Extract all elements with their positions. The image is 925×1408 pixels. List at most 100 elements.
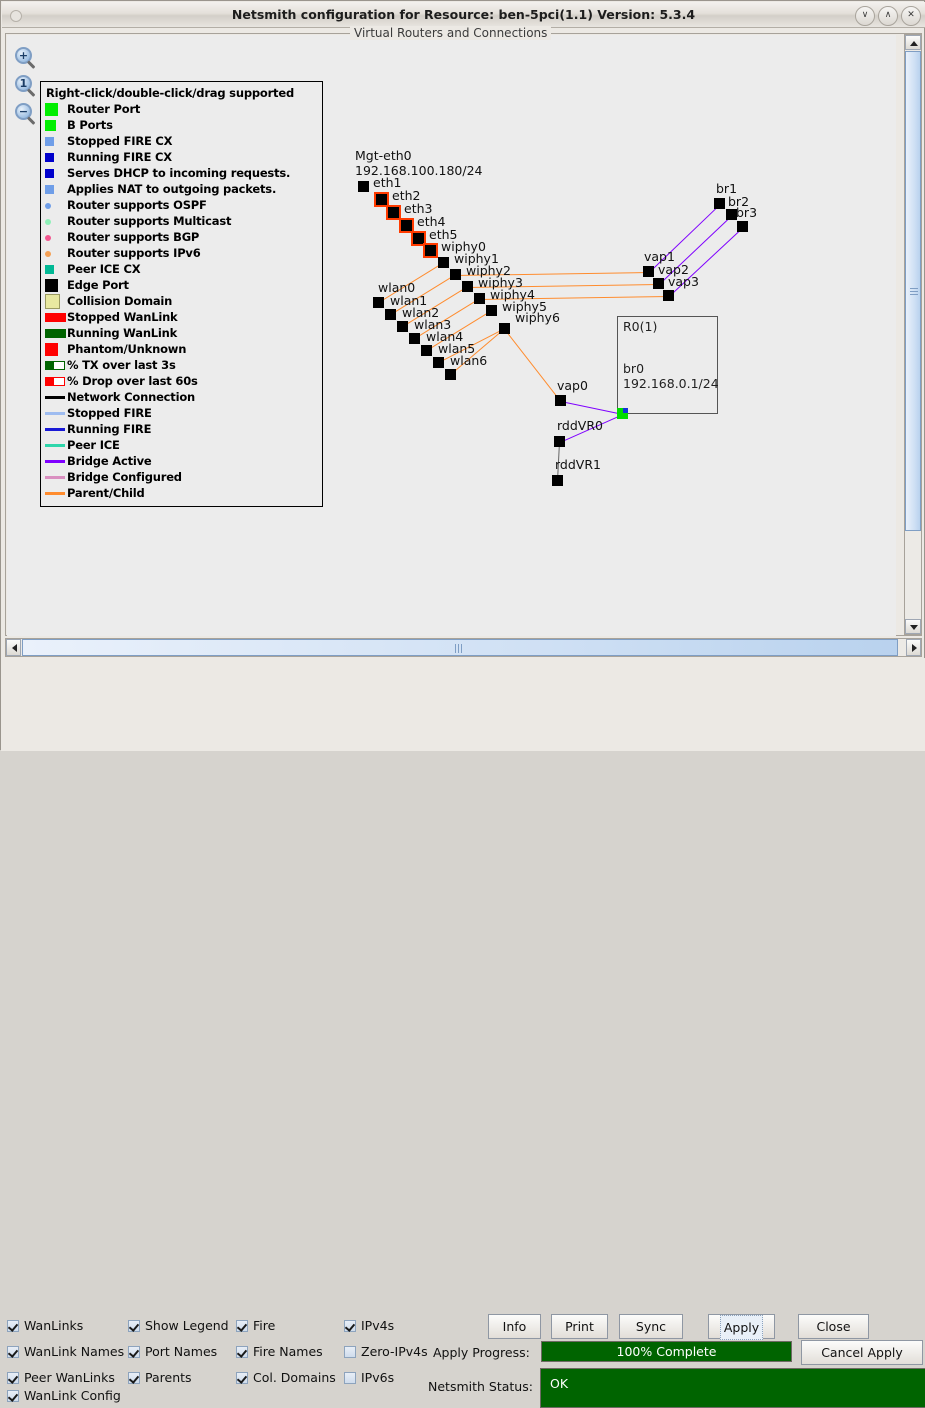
netsmith-status-value: OK <box>550 1376 569 1391</box>
legend-item-label: Bridge Configured <box>67 470 182 484</box>
checkbox-label: Col. Domains <box>253 1370 336 1385</box>
checkbox-peer-wanlinks[interactable]: Peer WanLinks <box>7 1371 115 1385</box>
horizontal-scrollbar[interactable] <box>5 638 922 657</box>
info-button[interactable]: Info <box>488 1314 541 1339</box>
close-icon[interactable]: ✕ <box>901 6 921 26</box>
diagram-node-wiphy1[interactable] <box>438 257 449 268</box>
diagram-node-vap0[interactable] <box>555 395 566 406</box>
legend-item-label: Router supports Multicast <box>67 214 232 228</box>
checkbox-label: IPv6s <box>361 1370 395 1385</box>
checkbox-show-legend[interactable]: Show Legend <box>128 1319 229 1333</box>
diagram-node-vap2[interactable] <box>653 278 664 289</box>
checkbox-label: Peer WanLinks <box>24 1370 115 1385</box>
checkbox-box[interactable] <box>236 1320 248 1332</box>
sync-button-label: Sync <box>635 1319 667 1334</box>
diagram-node-eth1[interactable] <box>358 181 369 192</box>
legend-item-label: B Ports <box>67 118 113 132</box>
legend-swatch-dot-icon <box>45 229 67 245</box>
legend-swatch-dot-icon <box>45 213 67 229</box>
netsmith-status-box: OK <box>540 1368 925 1408</box>
legend-item-label: Phantom/Unknown <box>67 342 187 356</box>
checkbox-box[interactable] <box>7 1390 19 1402</box>
checkbox-ipv4s[interactable]: IPv4s <box>344 1319 394 1333</box>
checkbox-zero-ipv4s[interactable]: Zero-IPv4s <box>344 1345 428 1359</box>
checkbox-box[interactable] <box>128 1372 140 1384</box>
checkbox-label: Zero-IPv4s <box>361 1344 428 1359</box>
diagram-node-wiphy5[interactable] <box>486 305 497 316</box>
checkbox-port-names[interactable]: Port Names <box>128 1345 217 1359</box>
diagram-node-br0[interactable] <box>617 408 628 419</box>
diagram-node-br1[interactable] <box>714 198 725 209</box>
legend-swatch-square-icon <box>45 341 67 357</box>
diagram-node-wlan5[interactable] <box>433 357 444 368</box>
vertical-scroll-thumb[interactable] <box>905 51 921 531</box>
router-box-R0(1)[interactable]: R0(1) br0 192.168.0.1/24 <box>617 316 719 414</box>
netsmith-canvas[interactable]: + 1 − R0(1) br0 192.168.0.1/24 Mgt-eth0 192.… <box>7 35 896 636</box>
legend-item: Router supports Multicast <box>45 213 318 229</box>
legend-item-label: Running FIRE CX <box>67 150 172 164</box>
legend-item: B Ports <box>45 117 318 133</box>
legend-item: Stopped FIRE <box>45 405 318 421</box>
minimize-icon[interactable]: ∨ <box>855 6 875 26</box>
checkbox-box[interactable] <box>128 1320 140 1332</box>
legend-item-label: Applies NAT to outgoing packets. <box>67 182 277 196</box>
checkbox-box[interactable] <box>128 1346 140 1358</box>
diagram-node-wiphy6[interactable] <box>499 323 510 334</box>
checkbox-box[interactable] <box>344 1372 356 1384</box>
checkbox-box[interactable] <box>236 1372 248 1384</box>
diagram-node-rddVR1[interactable] <box>552 475 563 486</box>
checkbox-wanlink-config[interactable]: WanLink Config <box>7 1389 121 1403</box>
checkbox-box[interactable] <box>7 1372 19 1384</box>
cancel-apply-label: Cancel Apply <box>821 1345 903 1360</box>
legend-item: Router supports BGP <box>45 229 318 245</box>
close-button-label: Close <box>816 1319 851 1334</box>
diagram-node-wlan3[interactable] <box>409 333 420 344</box>
checkbox-box[interactable] <box>236 1346 248 1358</box>
diagram-node-wlan1[interactable] <box>385 309 396 320</box>
print-button[interactable]: Print <box>551 1314 608 1339</box>
maximize-icon[interactable]: ∧ <box>878 6 898 26</box>
window-title: Netsmith configuration for Resource: ben… <box>231 7 696 22</box>
legend-swatch-meter-icon <box>45 373 67 389</box>
diagram-node-wlan0[interactable] <box>373 297 384 308</box>
diagram-node-br3[interactable] <box>737 221 748 232</box>
scroll-up-button[interactable] <box>905 35 921 50</box>
diagram-node-rddVR0[interactable] <box>554 436 565 447</box>
diagram-node-vap3[interactable] <box>663 290 674 301</box>
scroll-left-button[interactable] <box>6 639 21 656</box>
checkbox-box[interactable] <box>344 1346 356 1358</box>
checkbox-label: IPv4s <box>361 1318 395 1333</box>
checkbox-box[interactable] <box>7 1346 19 1358</box>
diagram-node-wlan4[interactable] <box>421 345 432 356</box>
checkbox-parents[interactable]: Parents <box>128 1371 192 1385</box>
cancel-apply-button[interactable]: Cancel Apply <box>801 1340 923 1365</box>
scroll-right-button[interactable] <box>906 639 921 656</box>
checkbox-box[interactable] <box>344 1320 356 1332</box>
legend-swatch-line-icon <box>45 405 67 421</box>
diagram-node-wiphy3[interactable] <box>462 281 473 292</box>
hscroll-grip <box>458 644 459 653</box>
scroll-down-button[interactable] <box>905 619 921 634</box>
vertical-scrollbar[interactable] <box>904 34 922 635</box>
diagram-node-label-rddVR1: rddVR1 <box>555 457 601 472</box>
close-button[interactable]: Close <box>798 1314 869 1339</box>
checkbox-wanlink-names[interactable]: WanLink Names <box>7 1345 124 1359</box>
checkbox-fire-names[interactable]: Fire Names <box>236 1345 323 1359</box>
apply-button[interactable]: Apply <box>708 1314 775 1340</box>
horizontal-scroll-thumb[interactable] <box>22 639 898 656</box>
vscroll-grip <box>910 291 918 292</box>
diagram-node-wlan2[interactable] <box>397 321 408 332</box>
checkbox-wanlinks[interactable]: WanLinks <box>7 1319 83 1333</box>
diagram-node-wlan6[interactable] <box>445 369 456 380</box>
legend-swatch-square-icon <box>45 149 67 165</box>
checkbox-col-domains[interactable]: Col. Domains <box>236 1371 336 1385</box>
checkbox-fire[interactable]: Fire <box>236 1319 275 1333</box>
sync-button[interactable]: Sync <box>619 1314 683 1339</box>
legend-item: Serves DHCP to incoming requests. <box>45 165 318 181</box>
diagram-node-wiphy4[interactable] <box>474 293 485 304</box>
diagram-node-wiphy0[interactable] <box>423 243 438 258</box>
checkbox-ipv6s[interactable]: IPv6s <box>344 1371 394 1385</box>
diagram-node-wiphy2[interactable] <box>450 269 461 280</box>
checkbox-box[interactable] <box>7 1320 19 1332</box>
diagram-node-vap1[interactable] <box>643 266 654 277</box>
